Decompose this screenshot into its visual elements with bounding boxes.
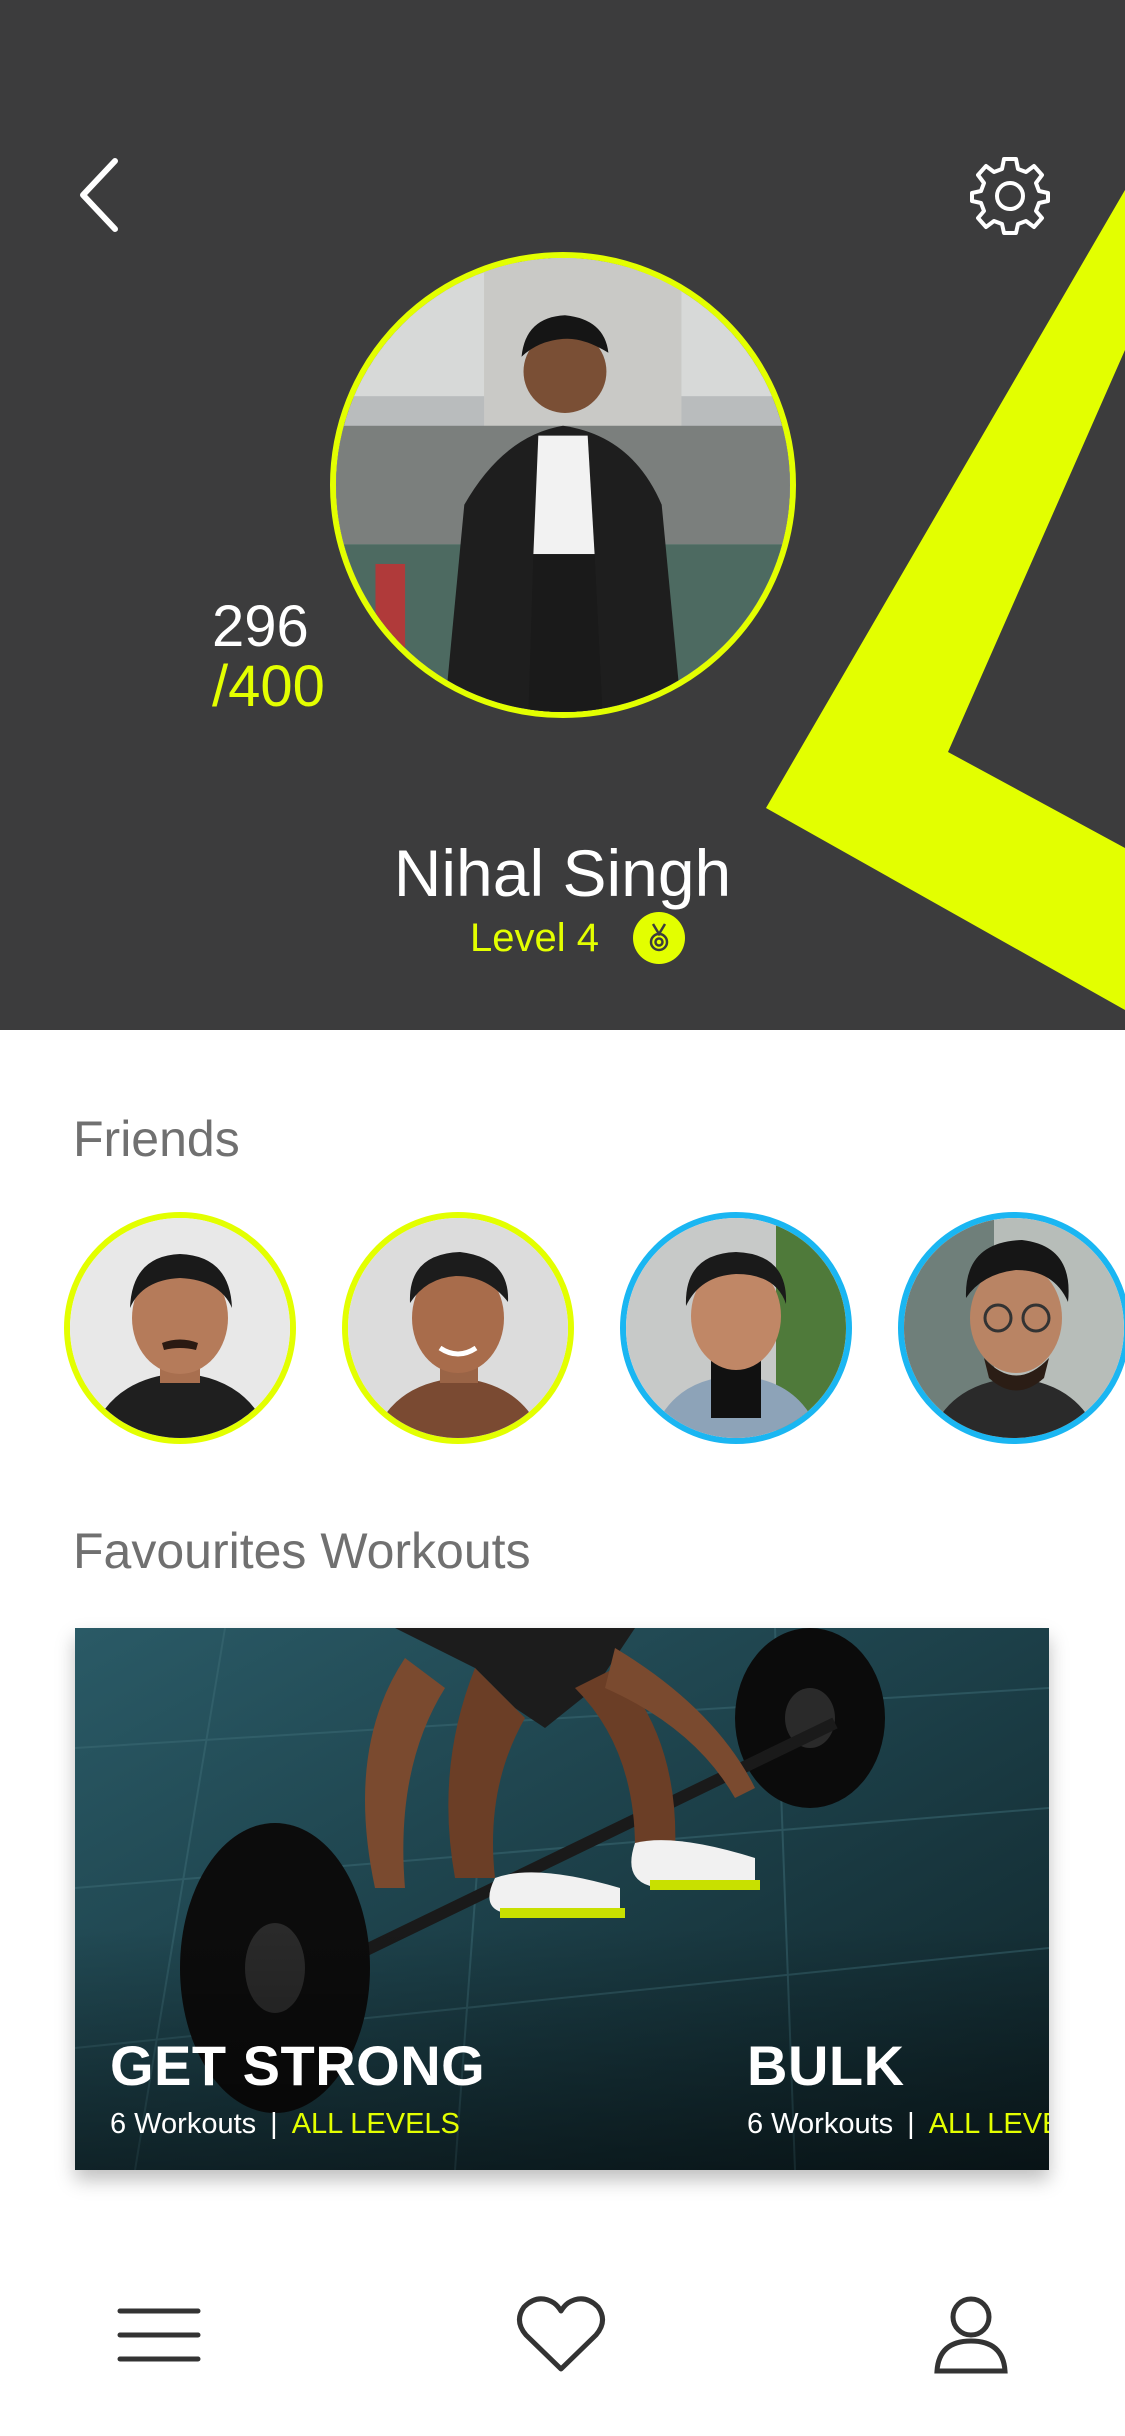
points-current: 296	[212, 594, 309, 659]
settings-button[interactable]	[965, 150, 1055, 240]
workout-meta: 6 Workouts | ALL LEVELS	[110, 2108, 485, 2141]
friend-avatar[interactable]	[620, 1212, 852, 1444]
profile-name: Nihal Singh	[393, 836, 732, 910]
level-label: Level 4	[470, 915, 599, 960]
points-total: /400	[212, 654, 325, 719]
workout-title: BULK	[747, 2034, 905, 2097]
workout-level: ALL LEVELS	[291, 2108, 460, 2140]
profile-photo	[336, 258, 790, 712]
gear-icon	[970, 157, 1050, 235]
workout-level: ALL LEVELS	[928, 2108, 1049, 2140]
friend-avatar[interactable]	[898, 1212, 1125, 1444]
workout-bulk[interactable]: BULK 6 Workouts | ALL LEVELS	[747, 2033, 1049, 2141]
friends-list	[64, 1212, 1125, 1448]
profile-avatar[interactable]	[330, 252, 796, 718]
friends-title: Friends	[73, 1111, 240, 1167]
workouts-title: Favourites Workouts	[73, 1523, 531, 1579]
workout-count: 6 Workouts	[110, 2108, 257, 2140]
level-row: Level 4	[0, 912, 1125, 964]
profile-button[interactable]	[916, 2270, 1026, 2400]
workout-count: 6 Workouts	[747, 2108, 894, 2140]
heart-icon	[517, 2296, 605, 2372]
favourites-button[interactable]	[506, 2270, 616, 2400]
workout-separator: |	[270, 2108, 278, 2140]
user-icon	[934, 2296, 1008, 2374]
workout-meta: 6 Workouts | ALL LEVELS	[747, 2108, 1049, 2141]
workout-title: GET STRONG	[110, 2034, 486, 2097]
friend-avatar[interactable]	[342, 1212, 574, 1444]
chevron-left-icon	[80, 158, 118, 232]
menu-button[interactable]	[104, 2270, 214, 2400]
workout-get-strong[interactable]: GET STRONG 6 Workouts | ALL LEVELS	[110, 2033, 485, 2141]
medal-icon	[632, 912, 685, 964]
points-progress: 296 /400	[212, 598, 325, 716]
menu-icon	[117, 2308, 201, 2362]
friend-avatar[interactable]	[64, 1212, 296, 1444]
back-button[interactable]	[60, 150, 140, 240]
workout-separator: |	[907, 2108, 915, 2140]
bottom-nav	[0, 2270, 1125, 2436]
workout-card[interactable]: GET STRONG 6 Workouts | ALL LEVELS BULK 6 …	[75, 1628, 1049, 2170]
profile-header: 296 /400 Nihal Singh Level 4	[0, 0, 1125, 1030]
